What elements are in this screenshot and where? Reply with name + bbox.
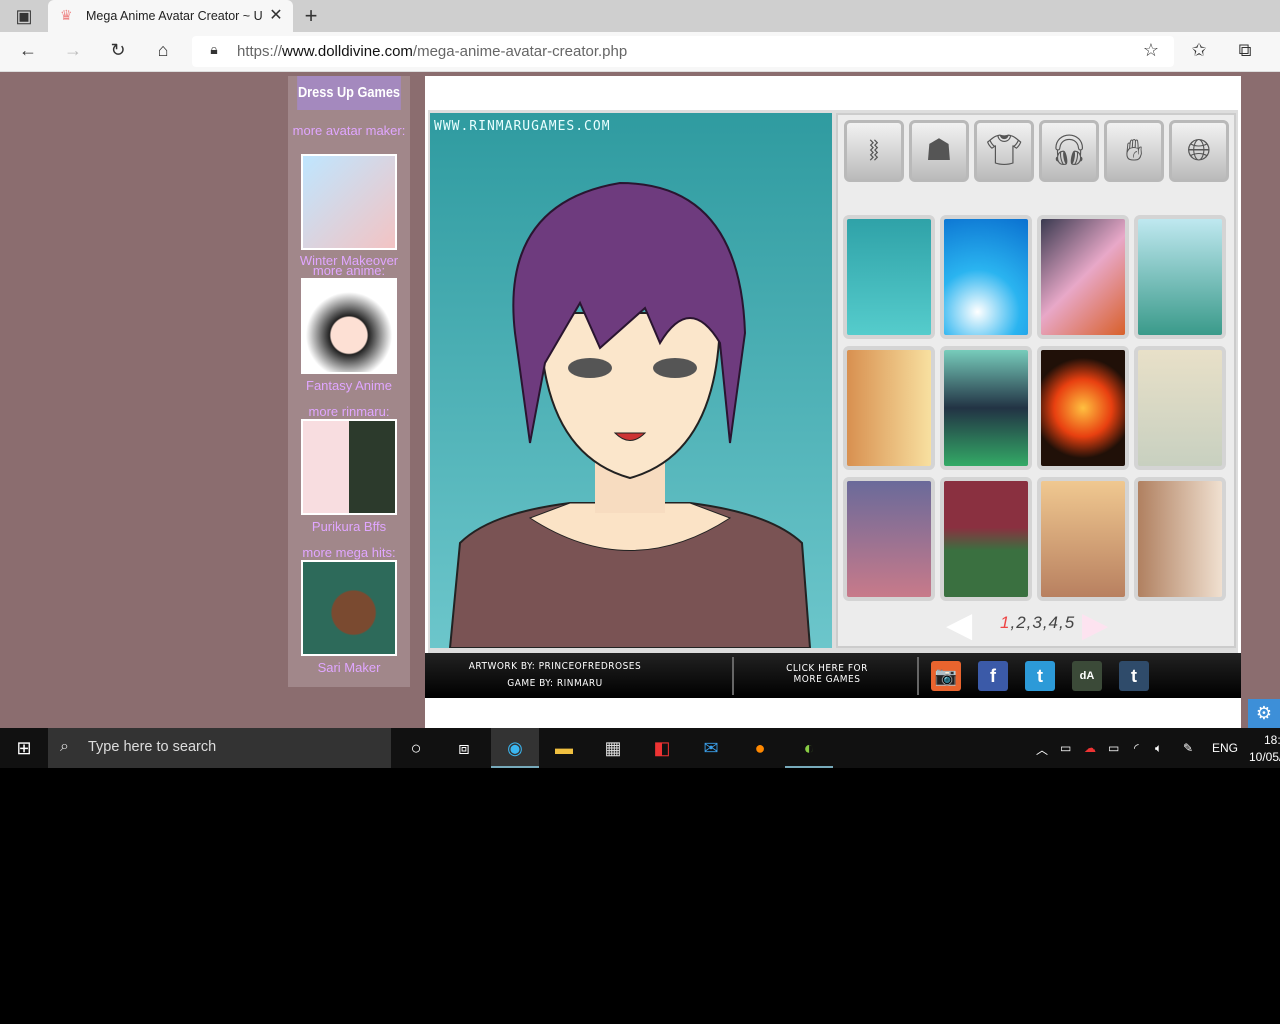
caption: more anime: [312,263,386,278]
collections-icon[interactable]: ⧉ [1231,40,1259,61]
close-tab-icon[interactable]: ✕ [262,5,290,25]
start-icon[interactable]: ⊞ [0,728,48,768]
taskbar-search[interactable]: Type here to search [48,728,391,768]
add-favorite-icon[interactable]: ☆ [1137,40,1165,61]
page-numbers[interactable]: 1,2,3,4,5 [1000,613,1075,633]
file-explorer-icon[interactable]: ▬ [540,728,588,768]
background-option-hallway[interactable] [1134,477,1226,601]
app-icon[interactable]: ◐ [785,728,833,768]
game-footer: ARTWORK BY: PRINCEOFREDROSES GAME BY: RI… [425,653,1241,698]
globe-icon: 🌐︎ [1187,134,1211,167]
options-panel: ⧚ ☗ 👕︎ 🎧︎ ✋︎ 🌐︎ ◀ ▶ [836,113,1236,648]
category-shirt-icon[interactable]: 👕︎ [974,120,1034,182]
game-credit: GAME BY: RINMARU [507,678,603,689]
avatar-figure [448,181,812,648]
background-option-machine[interactable] [940,346,1032,470]
lock-icon[interactable]: 🔒︎ [200,41,228,58]
store-icon[interactable]: ▦ [589,728,637,768]
onedrive-error-icon[interactable]: ☁ [1084,741,1096,755]
clock-time[interactable]: 18: [1264,733,1280,747]
caption: more rinmaru: [308,404,390,419]
facebook-icon[interactable]: f [978,661,1008,691]
thumb-sari-maker[interactable] [301,560,397,656]
background-option-train[interactable] [1134,346,1226,470]
game-link[interactable]: Fantasy Anime [288,379,410,392]
office-icon[interactable]: ◧ [638,728,686,768]
thumb-purikura-bffs[interactable] [301,419,397,515]
game-link[interactable]: Purikura Bffs [288,520,410,533]
shirt-icon: 👕︎ [984,134,1024,167]
category-globe-icon[interactable]: 🌐︎ [1169,120,1229,182]
background-option-sky-light[interactable] [940,215,1032,339]
background-option-festival[interactable] [1037,215,1129,339]
background-option-sunset-window[interactable] [843,346,935,470]
category-hair-icon[interactable]: ☗ [909,120,969,182]
thumb-fantasy-anime[interactable] [301,278,397,374]
caption: more mega hits: [302,545,396,560]
tumblr-icon[interactable]: t [1119,661,1149,691]
language-indicator[interactable]: ENG [1212,741,1238,755]
avatar-preview: WWW.RINMARUGAMES.COM [430,113,832,648]
tab-title: Mega Anime Avatar Creator ~ U [86,9,263,23]
url-input[interactable]: https://www.dolldivine.com/mega-anime-av… [192,36,1174,67]
wifi-icon[interactable]: ◜ [1134,741,1139,755]
pen-icon[interactable]: ✎ [1183,741,1193,755]
background-option-library[interactable] [940,477,1032,601]
prev-page-arrow-icon[interactable]: ◀ [946,608,972,642]
task-view-icon[interactable]: ⧈ [440,728,488,768]
hand-icon: ✋︎ [1125,134,1143,167]
clock-date[interactable]: 10/05/ [1249,750,1280,764]
sidebar-header[interactable]: Dress Up Games [297,76,401,110]
browser-tab[interactable]: Mega Anime Avatar Creator ~ U [48,0,293,32]
home-icon[interactable]: ⌂ [149,40,177,61]
deviantart-icon[interactable]: dA [1072,661,1102,691]
background-option-teal[interactable] [843,215,935,339]
tray-chevron-icon[interactable]: ︿ [1036,741,1048,758]
settings-gear-icon[interactable]: ⚙ [1248,699,1280,728]
refresh-icon[interactable]: ↻ [104,40,132,61]
hair-icon: ☗ [925,134,953,167]
caption: more avatar maker: [292,123,406,138]
favorites-icon[interactable]: ✩ [1185,40,1213,61]
headset-icon: 🎧︎ [1049,134,1089,167]
battery-icon[interactable]: ▭ [1108,741,1119,755]
artwork-credit: ARTWORK BY: PRINCEOFREDROSES [468,661,642,672]
background-option-street[interactable] [843,477,935,601]
background-option-mountains[interactable] [1134,215,1226,339]
category-headset-icon[interactable]: 🎧︎ [1039,120,1099,182]
thumb-winter-makeover[interactable] [301,154,397,250]
mail-icon[interactable]: ✉ [687,728,735,768]
search-icon: ⌕ [60,738,69,755]
dna-icon: ⧚ [868,134,880,167]
sidebar: Dress Up Games more avatar maker: Winter… [288,76,410,687]
more-games-link[interactable]: CLICK HERE FOR MORE GAMES [755,663,899,685]
edge-icon[interactable]: ◉ [491,728,539,768]
forward-icon[interactable]: → [59,40,87,61]
back-icon[interactable]: ← [14,40,42,61]
twitter-icon[interactable]: t [1025,661,1055,691]
background-option-fireworks[interactable] [1037,346,1129,470]
new-tab-icon[interactable]: + [297,3,325,29]
volume-icon[interactable]: 🔈︎ [1155,741,1162,756]
next-page-arrow-icon[interactable]: ▶ [1082,608,1108,642]
site-favicon-icon: ♛ [60,7,73,23]
game-link[interactable]: Sari Maker [288,661,410,674]
category-hand-icon[interactable]: ✋︎ [1104,120,1164,182]
cortana-icon[interactable]: ○ [392,728,440,768]
background-option-desert[interactable] [1037,477,1129,601]
camera-icon[interactable]: 📷 [931,661,961,691]
firefox-icon[interactable]: ● [736,728,784,768]
category-dna-icon[interactable]: ⧚ [844,120,904,182]
tab-actions-icon[interactable]: ▣ [10,6,38,27]
meet-icon[interactable]: ▭ [1060,741,1071,755]
